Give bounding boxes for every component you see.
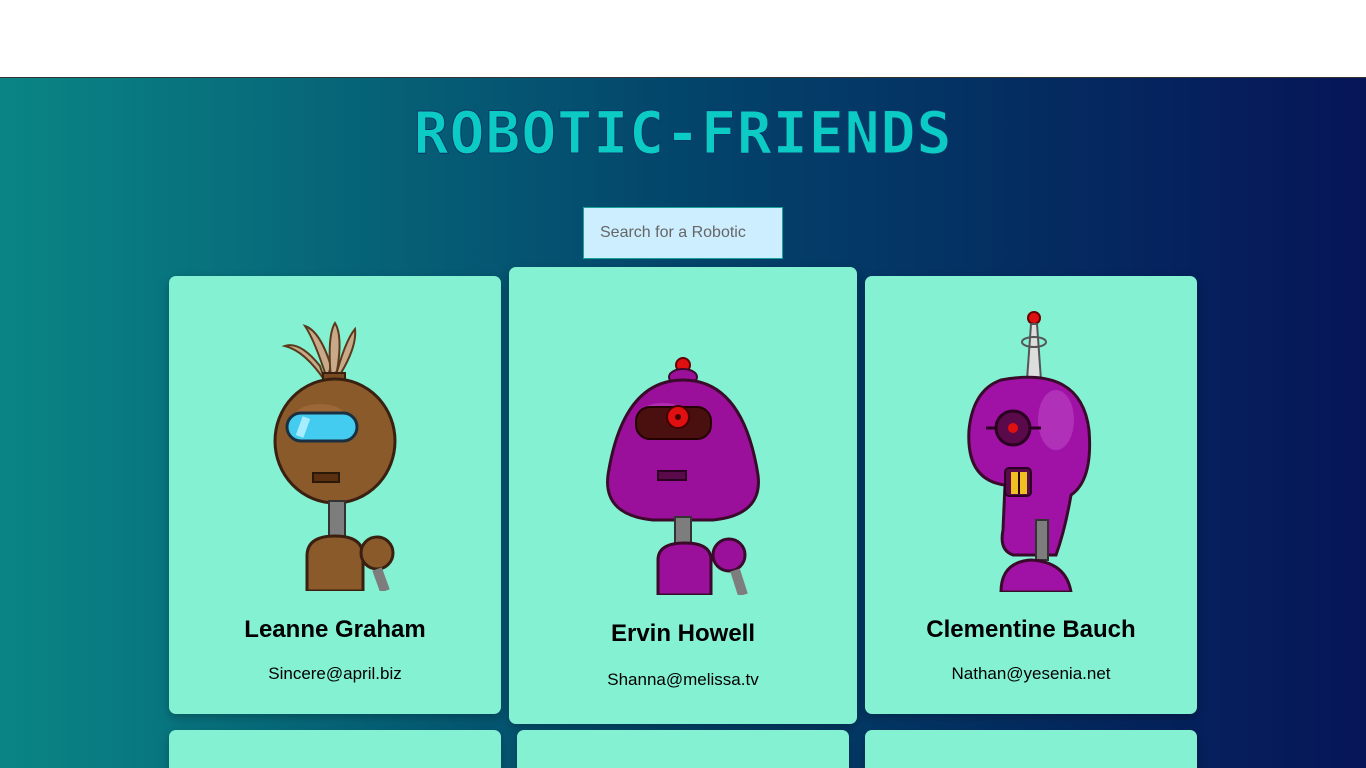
robot-card[interactable]: Ervin Howell Shanna@melissa.tv: [509, 267, 857, 724]
robot-card[interactable]: Clementine Bauch Nathan@yesenia.net: [865, 276, 1197, 714]
robot-email: Shanna@melissa.tv: [607, 670, 759, 689]
robot-card[interactable]: [865, 730, 1197, 768]
search-input[interactable]: [583, 207, 783, 259]
brown-robot-icon: [273, 321, 397, 591]
robot-email: Sincere@april.biz: [268, 664, 402, 683]
robot-card[interactable]: Leanne Graham Sincere@april.biz: [169, 276, 501, 714]
purple-antenna-robot-icon: [967, 311, 1092, 592]
browser-top-area: [0, 0, 1366, 78]
robot-card[interactable]: [169, 730, 501, 768]
robot-name: Ervin Howell: [610, 620, 756, 647]
page-title: ROBOTIC-FRIENDS: [413, 99, 953, 167]
robot-card[interactable]: [517, 730, 849, 768]
robot-name: Leanne Graham: [244, 616, 426, 643]
purple-dome-robot-icon: [606, 357, 760, 595]
app-container: ROBOTIC-FRIENDS Search for a Robotic Lea…: [0, 78, 1366, 768]
robot-name: Clementine Bauch: [926, 616, 1136, 643]
robot-email: Nathan@yesenia.net: [951, 664, 1111, 683]
